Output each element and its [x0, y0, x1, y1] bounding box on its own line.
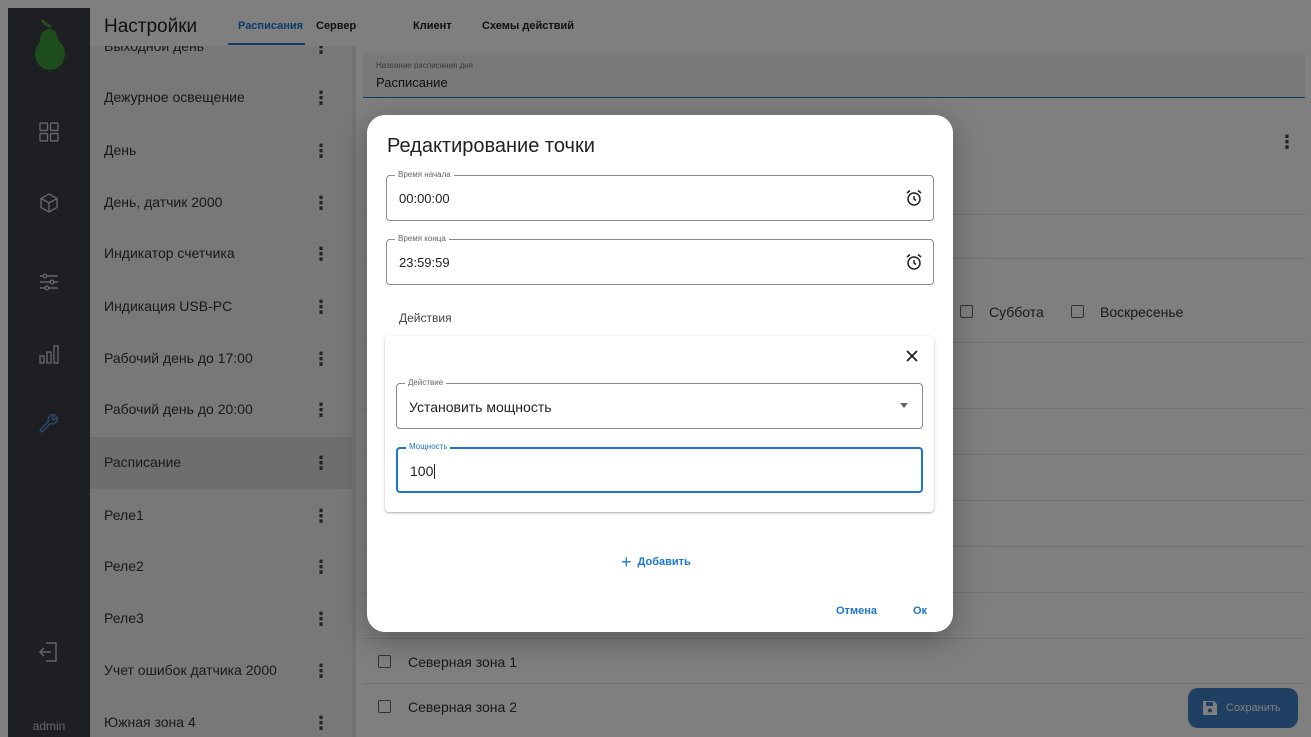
edit-point-dialog: Редактирование точки Время начала 00:00:… — [367, 115, 953, 632]
alarm-clock-icon[interactable] — [905, 189, 923, 207]
power-input-text: 100 — [410, 463, 436, 479]
plus-icon: + — [621, 552, 632, 572]
action-card: Действие Установить мощность Мощность 10… — [385, 336, 934, 512]
action-select[interactable]: Действие Установить мощность — [396, 378, 923, 429]
power-input-label: Мощность — [406, 442, 451, 451]
text-cursor — [434, 464, 436, 479]
start-time-field[interactable]: Время начала 00:00:00 — [386, 170, 934, 221]
end-time-value: 23:59:59 — [399, 255, 450, 270]
add-action-button[interactable]: + Добавить — [621, 552, 691, 573]
end-time-label: Время конца — [395, 234, 449, 243]
action-select-label: Действие — [405, 378, 447, 387]
end-time-field[interactable]: Время конца 23:59:59 — [386, 234, 934, 285]
close-icon[interactable] — [904, 348, 920, 364]
alarm-clock-icon[interactable] — [905, 253, 923, 271]
power-input-value: 100 — [410, 463, 434, 479]
start-time-label: Время начала — [395, 170, 454, 179]
actions-section-label: Действия — [399, 311, 452, 325]
cancel-button[interactable]: Отмена — [836, 605, 877, 617]
dropdown-arrow-icon — [900, 403, 908, 408]
add-action-label: Добавить — [637, 556, 691, 568]
start-time-value: 00:00:00 — [399, 191, 450, 206]
power-input[interactable]: Мощность 100 — [396, 442, 923, 493]
dialog-title: Редактирование точки — [387, 135, 595, 157]
ok-button[interactable]: Ок — [913, 605, 927, 617]
action-select-value: Установить мощность — [409, 399, 552, 415]
